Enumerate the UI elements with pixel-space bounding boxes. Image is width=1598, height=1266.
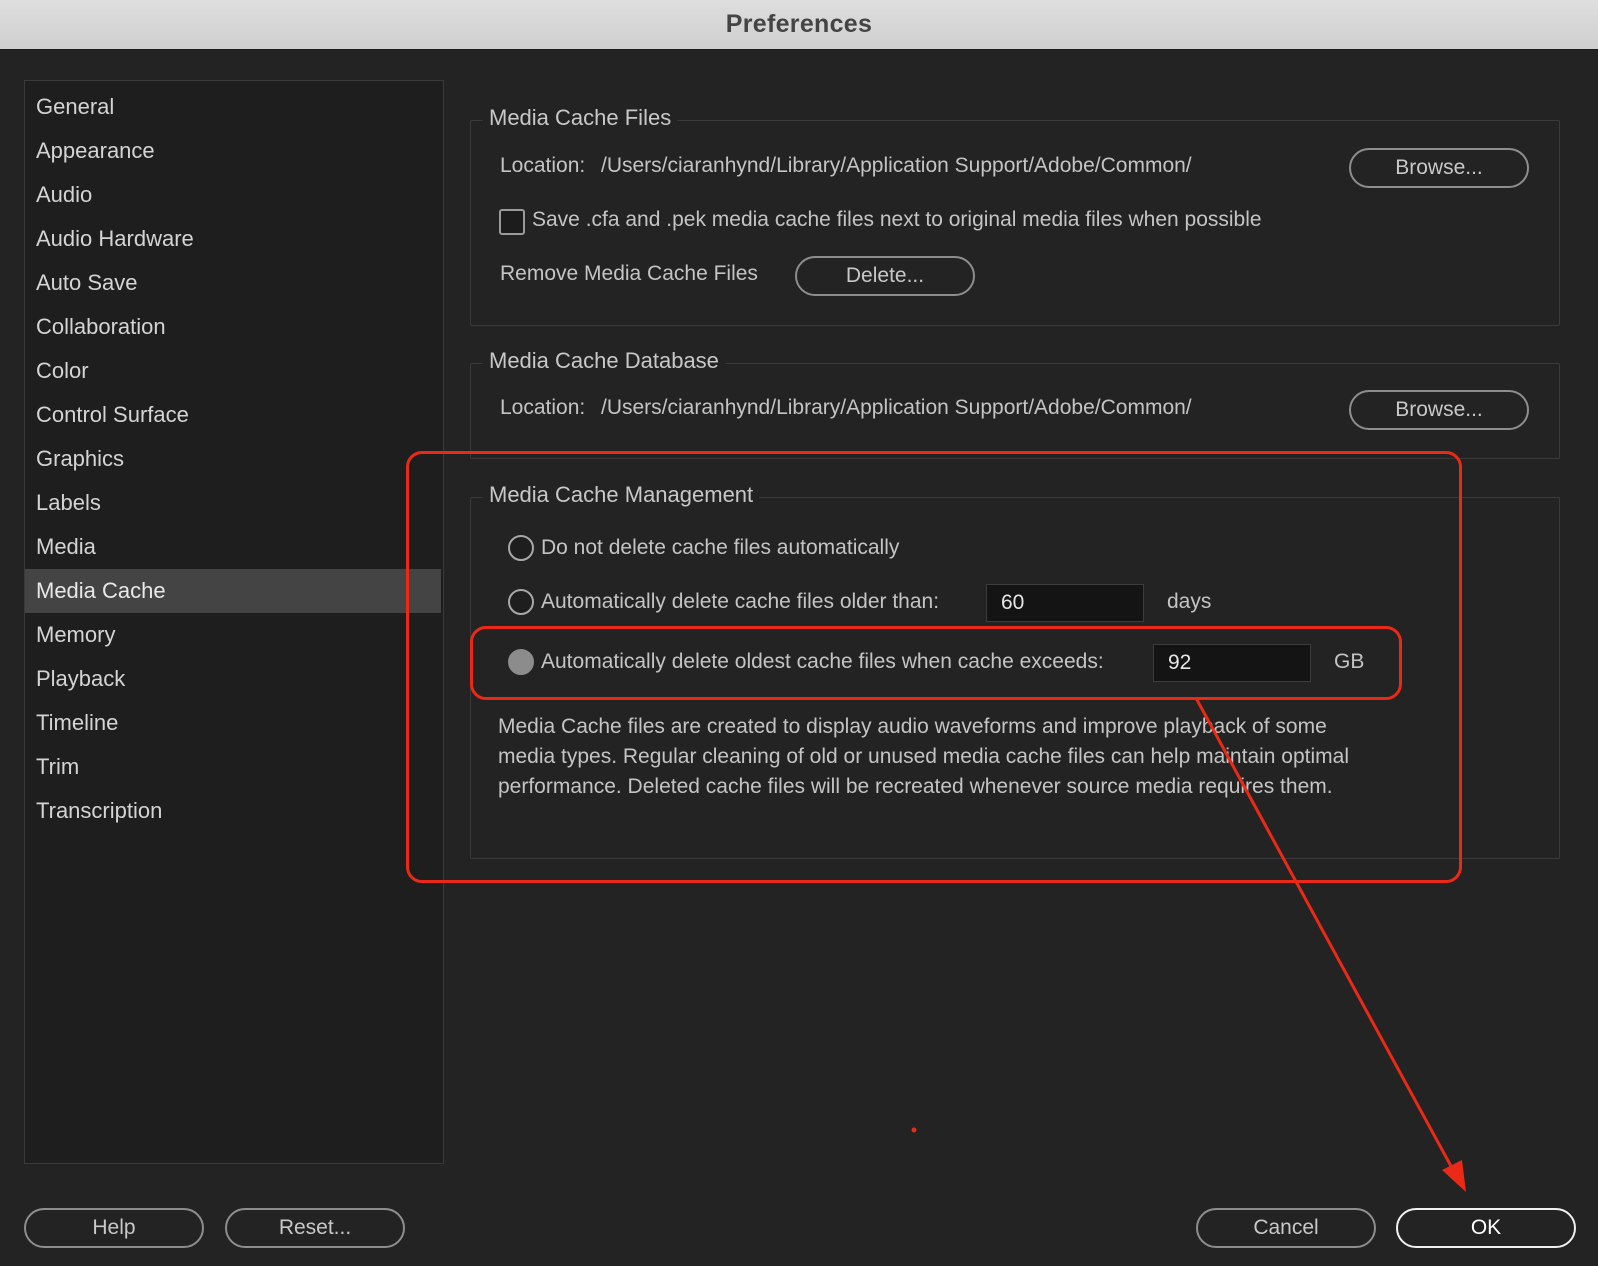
cache-files-location-label: Location: bbox=[500, 154, 586, 177]
title-bar: Preferences bbox=[0, 0, 1598, 50]
preferences-category-list: General Appearance Audio Audio Hardware Auto… bbox=[24, 80, 444, 1164]
older-than-days-input[interactable] bbox=[986, 584, 1144, 622]
older-than-unit-label: days bbox=[1167, 590, 1212, 613]
help-button[interactable]: Help bbox=[24, 1208, 204, 1248]
cache-database-browse-button[interactable]: Browse... bbox=[1349, 390, 1529, 430]
sidebar-item-media[interactable]: Media bbox=[25, 525, 443, 569]
sidebar-item-transcription[interactable]: Transcription bbox=[25, 789, 443, 833]
cancel-button[interactable]: Cancel bbox=[1196, 1208, 1376, 1248]
cache-files-browse-button[interactable]: Browse... bbox=[1349, 148, 1529, 188]
remove-cache-files-label: Remove Media Cache Files bbox=[500, 262, 758, 285]
window-title: Preferences bbox=[725, 10, 873, 38]
sidebar-item-media-cache[interactable]: Media Cache bbox=[25, 569, 441, 613]
older-than-label: Automatically delete cache files older t… bbox=[541, 590, 940, 613]
save-next-to-originals-checkbox[interactable] bbox=[499, 209, 525, 235]
cache-database-location-label: Location: bbox=[500, 396, 586, 419]
exceeds-size-input[interactable] bbox=[1153, 644, 1311, 682]
sidebar-item-labels[interactable]: Labels bbox=[25, 481, 443, 525]
cache-files-location-path: /Users/ciaranhynd/Library/Application Su… bbox=[601, 154, 1192, 177]
media-cache-files-title: Media Cache Files bbox=[483, 105, 678, 131]
sidebar-item-memory[interactable]: Memory bbox=[25, 613, 443, 657]
ok-button[interactable]: OK bbox=[1396, 1208, 1576, 1248]
no-delete-radio[interactable] bbox=[508, 535, 534, 561]
exceeds-radio[interactable] bbox=[508, 649, 534, 675]
sidebar-item-general[interactable]: General bbox=[25, 85, 443, 129]
no-delete-label: Do not delete cache files automatically bbox=[541, 536, 900, 559]
sidebar-item-color[interactable]: Color bbox=[25, 349, 443, 393]
delete-cache-files-button[interactable]: Delete... bbox=[795, 256, 975, 296]
sidebar-item-playback[interactable]: Playback bbox=[25, 657, 443, 701]
media-cache-management-title: Media Cache Management bbox=[483, 482, 760, 508]
sidebar-item-appearance[interactable]: Appearance bbox=[25, 129, 443, 173]
save-next-to-originals-label: Save .cfa and .pek media cache files nex… bbox=[532, 208, 1262, 231]
reset-button[interactable]: Reset... bbox=[225, 1208, 405, 1248]
cache-database-location-path: /Users/ciaranhynd/Library/Application Su… bbox=[601, 396, 1192, 419]
sidebar-item-graphics[interactable]: Graphics bbox=[25, 437, 443, 481]
sidebar-item-control-surface[interactable]: Control Surface bbox=[25, 393, 443, 437]
sidebar-item-trim[interactable]: Trim bbox=[25, 745, 443, 789]
older-than-radio[interactable] bbox=[508, 589, 534, 615]
sidebar-item-collaboration[interactable]: Collaboration bbox=[25, 305, 443, 349]
exceeds-label: Automatically delete oldest cache files … bbox=[541, 650, 1104, 673]
media-cache-description: Media Cache files are created to display… bbox=[498, 715, 1349, 798]
sidebar-item-audio[interactable]: Audio bbox=[25, 173, 443, 217]
media-cache-database-title: Media Cache Database bbox=[483, 348, 725, 374]
sidebar-item-auto-save[interactable]: Auto Save bbox=[25, 261, 443, 305]
exceeds-unit-label: GB bbox=[1334, 650, 1365, 673]
sidebar-item-timeline[interactable]: Timeline bbox=[25, 701, 443, 745]
sidebar-item-audio-hardware[interactable]: Audio Hardware bbox=[25, 217, 443, 261]
